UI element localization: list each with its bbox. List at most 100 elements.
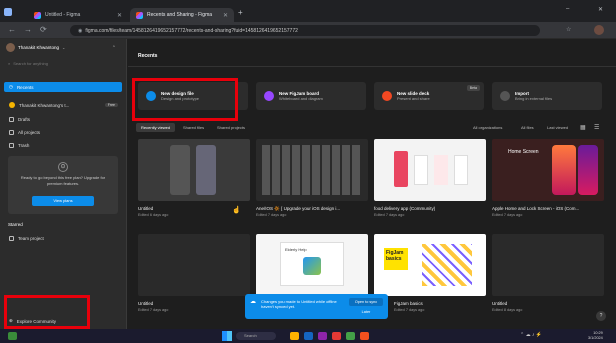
sidebar-item-team-project[interactable]: Team project xyxy=(4,233,122,243)
new-figjam-board-card[interactable]: New FigJam board Whiteboard and diagram xyxy=(256,82,366,110)
new-slide-deck-card[interactable]: New slide deck Present and share Beta xyxy=(374,82,484,110)
file-title[interactable]: Ane/ΙOS 🔆 [ Upgrade your iOS design i... xyxy=(256,206,340,212)
clock[interactable]: 10:29 3/1/2024 xyxy=(588,331,603,341)
new-tab-button[interactable]: + xyxy=(238,8,243,17)
import-card[interactable]: Import Bring in external files xyxy=(492,82,602,110)
sidebar-item-drafts[interactable]: Drafts xyxy=(4,114,122,124)
card-subtitle: Present and share xyxy=(397,95,430,101)
later-button[interactable]: Later xyxy=(349,308,383,316)
grid-icon xyxy=(9,129,14,135)
tab-close-icon[interactable]: ✕ xyxy=(117,12,122,19)
card-subtitle: Whiteboard and diagram xyxy=(279,95,323,101)
file-thumbnail[interactable] xyxy=(374,139,486,201)
file-thumbnail[interactable]: FigJam basics xyxy=(374,234,486,296)
file-thumbnail[interactable] xyxy=(138,139,250,201)
file-icon xyxy=(9,116,14,122)
weather-icon[interactable] xyxy=(8,332,17,340)
file-title[interactable]: Untitled xyxy=(138,301,153,306)
browser-menu-icon[interactable] xyxy=(4,8,12,16)
address-row: ← → ⟳ ◉ figma.com/files/team/14581264196… xyxy=(0,22,616,39)
filter-recently-viewed[interactable]: Recently viewed xyxy=(136,123,176,132)
starred-heading: Starred xyxy=(8,222,23,227)
profile-avatar[interactable] xyxy=(594,25,604,35)
files-filter-dropdown[interactable]: All files xyxy=(516,123,539,132)
back-icon[interactable]: ← xyxy=(8,26,16,34)
thumb-label: Elderly Help xyxy=(285,247,307,252)
file-thumbnail[interactable] xyxy=(256,139,368,201)
sidebar-item-all-projects[interactable]: All projects xyxy=(4,127,122,137)
filter-shared-projects[interactable]: Shared projects xyxy=(212,123,250,132)
sort-dropdown[interactable]: Last viewed xyxy=(542,123,573,132)
plan-badge: Free xyxy=(104,103,118,107)
highlight-new-design-file xyxy=(132,78,238,121)
user-name: Thanakit Khwantong xyxy=(18,45,60,50)
url-text: figma.com/files/team/1458126419652157772… xyxy=(85,27,298,34)
tab-close-icon[interactable]: ✕ xyxy=(223,12,228,19)
minimize-button[interactable]: – xyxy=(566,6,569,12)
file-edited-time: Edited 7 days ago xyxy=(138,308,169,312)
sidebar-item-trash[interactable]: Trash xyxy=(4,140,122,150)
app-icon[interactable] xyxy=(318,332,327,340)
slides-icon xyxy=(382,91,392,101)
file-thumbnail[interactable] xyxy=(492,234,604,296)
app-icon[interactable] xyxy=(346,332,355,340)
app-icon[interactable] xyxy=(332,332,341,340)
tab-recents[interactable]: Recents and Sharing - Figma ✕ xyxy=(130,8,234,22)
file-edited-time: Edited 6 days ago xyxy=(138,213,169,217)
project-icon xyxy=(9,235,14,241)
address-bar[interactable]: ◉ figma.com/files/team/14581264196521577… xyxy=(70,25,540,36)
page-title: Recents xyxy=(138,53,158,59)
file-title[interactable]: Untitled xyxy=(492,301,507,306)
file-edited-time: Edited 8 days ago xyxy=(492,308,523,312)
divider xyxy=(128,66,616,67)
bookmark-star-icon[interactable]: ☆ xyxy=(566,26,571,34)
edge-icon[interactable] xyxy=(304,332,313,340)
file-title[interactable]: Untitled xyxy=(138,206,153,211)
filter-shared-files[interactable]: Shared files xyxy=(178,123,209,132)
file-edited-time: Edited 7 days ago xyxy=(374,213,405,217)
grid-view-icon[interactable]: ▦ xyxy=(580,124,586,131)
upgrade-icon: ⊙ xyxy=(58,162,68,172)
sidebar-item-label: Drafts xyxy=(18,116,31,122)
upgrade-text: Ready to go beyond this free plan? Upgra… xyxy=(20,175,106,186)
chevron-down-icon: ⌄ xyxy=(62,45,66,50)
card-subtitle: Bring in external files xyxy=(515,95,553,101)
file-edited-time: Edited 7 days ago xyxy=(492,213,523,217)
search-icon: ⌕ xyxy=(8,60,11,66)
file-thumbnail[interactable] xyxy=(138,234,250,296)
figma-favicon-icon xyxy=(34,11,41,19)
sidebar-team[interactable]: Thanakit Khwantong's t... Free xyxy=(4,100,122,110)
highlight-explore-community xyxy=(4,295,90,329)
open-to-sync-button[interactable]: Open to sync xyxy=(349,298,383,306)
clock-icon: ◷ xyxy=(9,84,13,89)
explorer-icon[interactable] xyxy=(290,332,299,340)
reload-icon[interactable]: ⟳ xyxy=(40,26,47,34)
account-switcher[interactable]: Thanakit Khwantong ⌄ xyxy=(6,43,65,52)
chrome-icon[interactable] xyxy=(360,332,369,340)
sidebar-item-recents[interactable]: ◷ Recents xyxy=(4,82,122,92)
view-plans-button[interactable]: View plans xyxy=(32,196,94,206)
close-window-button[interactable]: ✕ xyxy=(598,6,603,13)
file-title[interactable]: Apple Home and Lock Screen - iOS (Com... xyxy=(492,206,579,211)
file-thumbnail[interactable]: Home Screen xyxy=(492,139,604,201)
taskbar-search[interactable]: Search xyxy=(236,332,276,340)
file-title[interactable]: FigJam basics xyxy=(394,301,423,306)
org-filter-dropdown[interactable]: All organizations xyxy=(468,123,507,132)
toast-message: Changes you made to Untitled while offli… xyxy=(261,299,337,309)
bell-icon[interactable]: ◔ xyxy=(112,44,115,50)
sidebar: Thanakit Khwantong ⌄ ◔ ⌕ Search for anyt… xyxy=(0,39,127,329)
list-view-icon[interactable]: ☰ xyxy=(594,124,599,131)
windows-start-icon[interactable] xyxy=(222,331,232,341)
file-title[interactable]: food delivery app (Community) xyxy=(374,206,435,211)
file-thumbnail[interactable]: Elderly Help xyxy=(256,234,368,296)
thumb-label: Home Screen xyxy=(508,149,539,155)
cloud-icon: ☁ xyxy=(250,299,256,305)
help-button[interactable]: ? xyxy=(596,311,606,321)
search-input[interactable]: ⌕ Search for anything xyxy=(8,58,120,68)
sidebar-item-label: Recents xyxy=(16,84,34,90)
import-icon xyxy=(500,91,510,101)
sidebar-item-label: All projects xyxy=(18,129,41,135)
forward-icon[interactable]: → xyxy=(24,26,32,34)
tab-untitled[interactable]: Untitled - Figma ✕ xyxy=(28,8,128,22)
system-tray-icons[interactable]: ⌃ ☁ ♪ ⚡ xyxy=(520,332,542,338)
